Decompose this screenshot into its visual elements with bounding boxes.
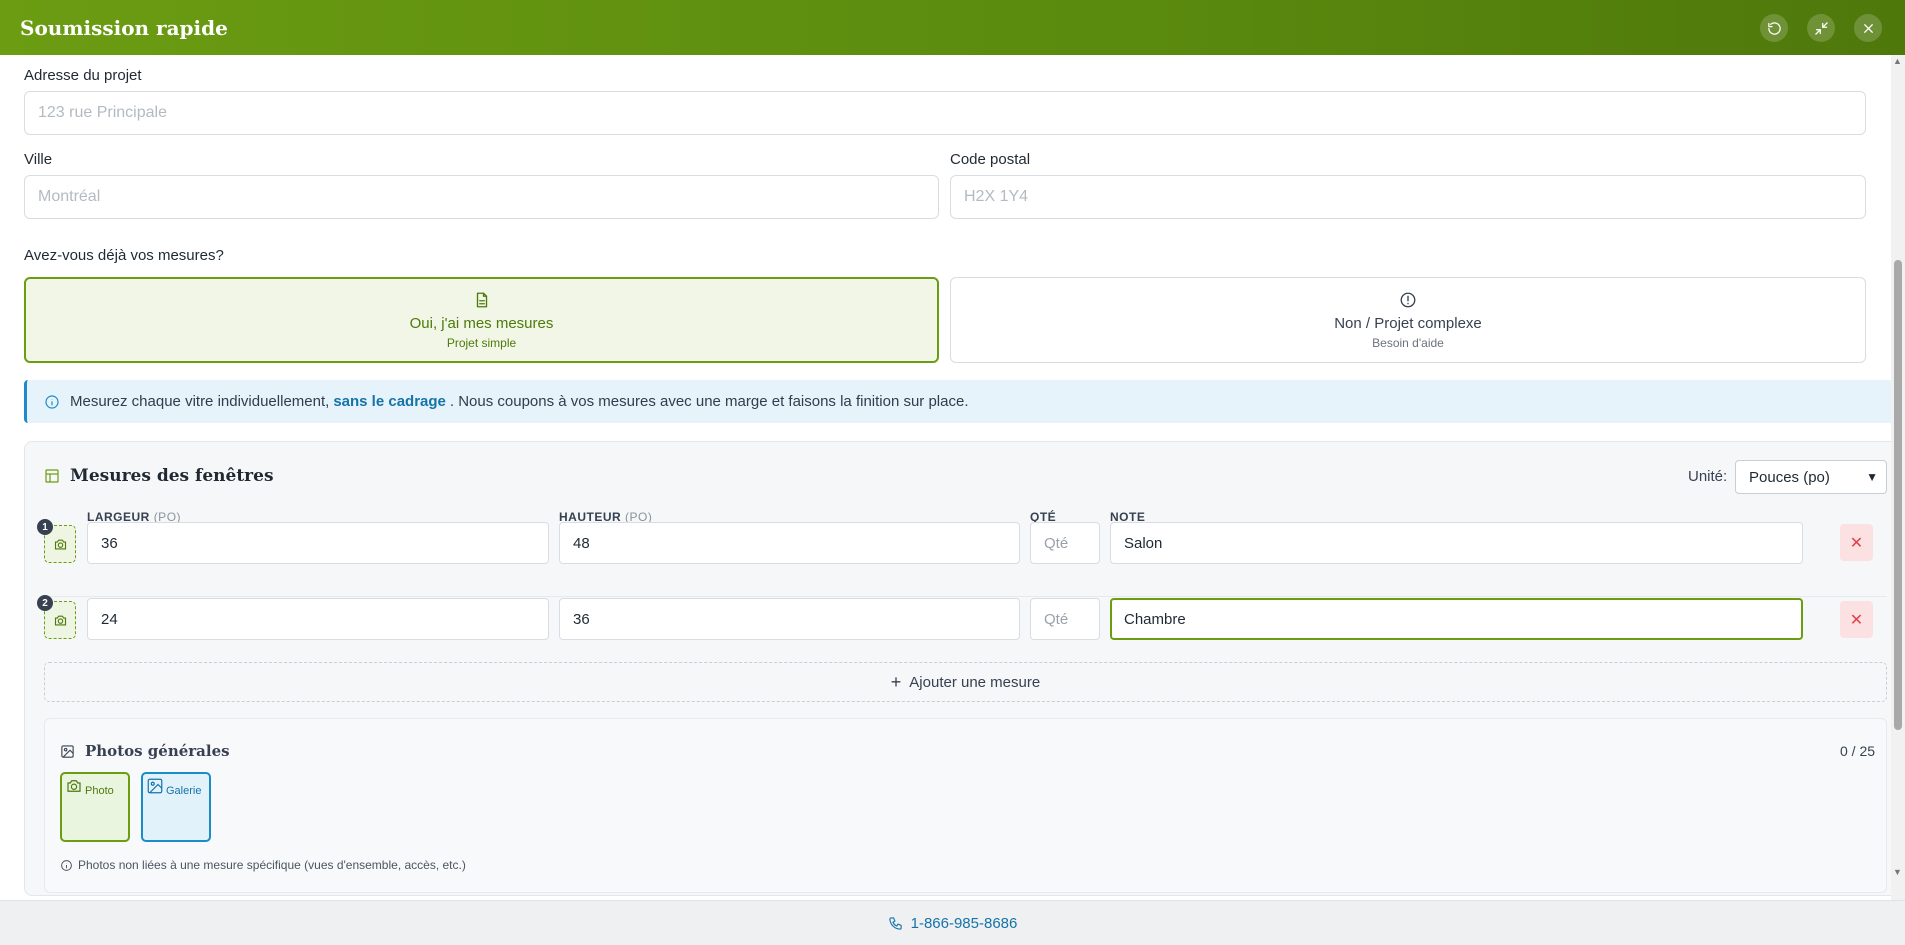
- measures-question: Avez-vous déjà vos mesures?: [24, 247, 224, 264]
- info-icon: [45, 394, 59, 409]
- info-text-bold: sans le cadrage: [333, 393, 446, 410]
- photo-count: 0 / 25: [1840, 743, 1876, 759]
- header-actions: [1760, 14, 1882, 42]
- take-photo-label: Photo: [85, 785, 114, 797]
- address-input[interactable]: 123 rue Principale: [24, 91, 1866, 135]
- info-text-before: Mesurez chaque vitre individuellement,: [70, 393, 330, 410]
- image-icon: [61, 744, 74, 758]
- camera-icon: [67, 780, 81, 792]
- layout-icon: [45, 469, 59, 483]
- footer: 1-866-985-8686: [0, 900, 1905, 945]
- gallery-button[interactable]: Galerie: [141, 772, 211, 842]
- row-number-badge: 1: [37, 519, 53, 535]
- camera-icon: [54, 539, 66, 549]
- minimize-button[interactable]: [1807, 14, 1835, 42]
- choice-complex-project[interactable]: Non / Projet complexe Besoin d'aide: [950, 277, 1866, 363]
- document-icon: [476, 292, 487, 307]
- note-input[interactable]: Salon: [1110, 522, 1803, 564]
- width-input[interactable]: 36: [87, 522, 549, 564]
- add-measurement-label: Ajouter une mesure: [909, 673, 1041, 691]
- info-text-after: . Nous coupons à vos mesures avec une ma…: [449, 393, 969, 410]
- general-photos-title: Photos générales: [60, 742, 230, 760]
- scroll-up-arrow[interactable]: ▲: [1893, 56, 1902, 66]
- choice-subtitle: Besoin d'aide: [1372, 335, 1444, 350]
- address-label: Adresse du projet: [24, 67, 142, 84]
- scrollbar-thumb[interactable]: [1894, 260, 1902, 730]
- info-banner: Mesurez chaque vitre individuellement, s…: [24, 380, 1905, 423]
- refresh-button[interactable]: [1760, 14, 1788, 42]
- plus-icon: +: [890, 671, 902, 692]
- info-icon: [61, 859, 72, 871]
- city-input[interactable]: Montréal: [24, 175, 939, 219]
- modal-header: Soumission rapide: [0, 0, 1905, 55]
- measurements-title: Mesures des fenêtres: [44, 466, 274, 486]
- choice-title: Non / Projet complexe: [1334, 314, 1482, 332]
- close-button[interactable]: [1854, 14, 1882, 42]
- delete-row-button[interactable]: ✕: [1840, 524, 1873, 561]
- height-input[interactable]: 36: [559, 598, 1020, 640]
- postal-input[interactable]: H2X 1Y4: [950, 175, 1866, 219]
- camera-icon: [54, 615, 66, 625]
- height-input[interactable]: 48: [559, 522, 1020, 564]
- close-icon: [1863, 23, 1873, 33]
- image-icon: [147, 778, 163, 794]
- photos-note: Photos non liées à une mesure spécifique…: [60, 858, 466, 872]
- chevron-down-icon: ▼: [1866, 470, 1878, 484]
- phone-icon: [888, 916, 902, 930]
- general-photos-title-text: Photos générales: [85, 742, 230, 760]
- width-input[interactable]: 24: [87, 598, 549, 640]
- delete-row-button[interactable]: ✕: [1840, 601, 1873, 638]
- note-input[interactable]: Chambre: [1110, 598, 1803, 640]
- close-icon: ✕: [1849, 534, 1864, 552]
- minimize-icon: [1814, 21, 1828, 35]
- close-icon: ✕: [1849, 611, 1864, 629]
- unit-select-value: Pouces (po): [1749, 468, 1830, 486]
- choice-title: Oui, j'ai mes mesures: [409, 314, 554, 332]
- modal-title: Soumission rapide: [20, 15, 228, 40]
- choice-has-measures[interactable]: Oui, j'ai mes mesures Projet simple: [24, 277, 939, 363]
- measurements-title-text: Mesures des fenêtres: [70, 466, 274, 486]
- unit-label: Unité:: [1688, 468, 1728, 485]
- refresh-icon: [1767, 21, 1781, 35]
- row-divider: [44, 596, 1887, 597]
- qty-input[interactable]: Qté: [1030, 598, 1100, 640]
- alert-circle-icon: [1400, 292, 1416, 307]
- scroll-down-arrow[interactable]: ▼: [1893, 867, 1902, 877]
- unit-select[interactable]: Pouces (po) ▼: [1735, 460, 1887, 494]
- photos-note-text: Photos non liées à une mesure spécifique…: [78, 858, 466, 872]
- qty-input[interactable]: Qté: [1030, 522, 1100, 564]
- city-label: Ville: [24, 151, 53, 168]
- gallery-label: Galerie: [166, 785, 202, 797]
- postal-label: Code postal: [950, 151, 1031, 168]
- add-measurement-button[interactable]: + Ajouter une mesure: [44, 662, 1887, 702]
- phone-link[interactable]: 1-866-985-8686: [911, 915, 1018, 932]
- choice-subtitle: Projet simple: [446, 335, 517, 350]
- row-number-badge: 2: [37, 595, 53, 611]
- take-photo-button[interactable]: Photo: [60, 772, 130, 842]
